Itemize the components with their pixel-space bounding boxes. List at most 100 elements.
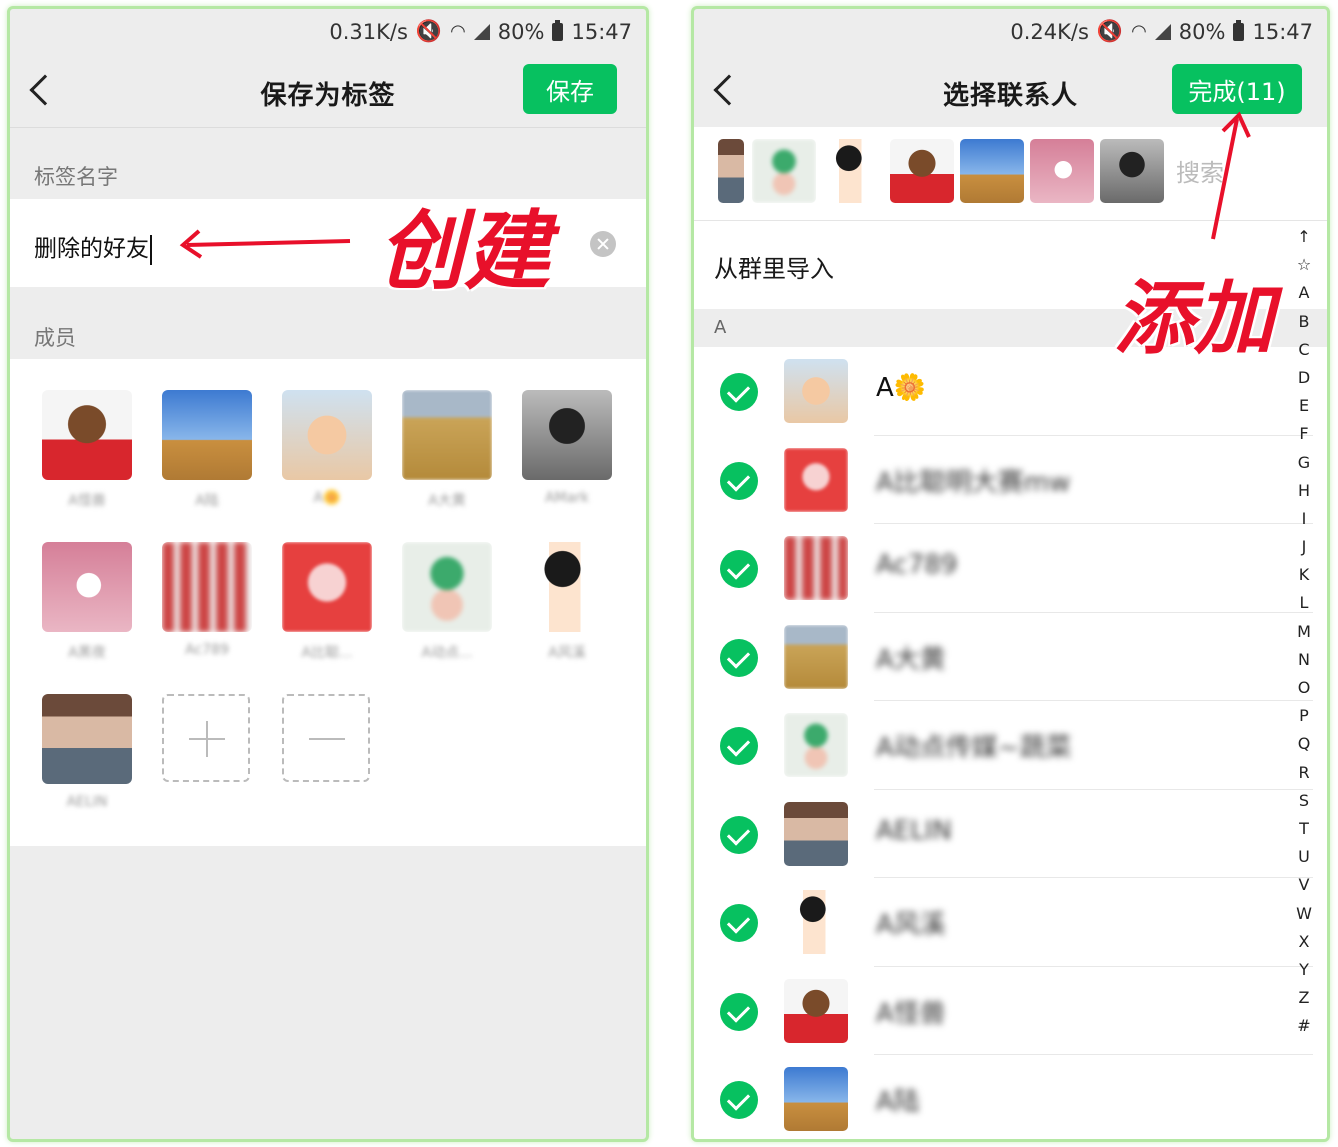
tag-name-input[interactable]: 删除的好友 (34, 236, 149, 262)
index-letter[interactable]: D (1291, 368, 1317, 396)
contact-row[interactable]: A动点传媒~蔬菜 (694, 701, 1327, 790)
contact-list: A🌼 A比聪明大赛mw Ac789 A大黄 A动点传媒~蔬菜 AELIN A风溪… (694, 347, 1327, 1139)
clear-input-icon[interactable] (590, 231, 616, 257)
checked-icon[interactable] (720, 550, 758, 588)
index-letter[interactable]: O (1291, 678, 1317, 706)
contact-row[interactable]: A风溪 (694, 878, 1327, 967)
member-avatar[interactable] (522, 390, 612, 480)
contact-row[interactable]: AELIN (694, 790, 1327, 878)
index-letter[interactable]: R (1291, 763, 1317, 791)
save-button[interactable]: 保存 (523, 64, 617, 114)
checked-icon[interactable] (720, 727, 758, 765)
checked-icon[interactable] (720, 373, 758, 411)
index-letter[interactable]: A (1291, 283, 1317, 311)
index-letter[interactable]: B (1291, 312, 1317, 340)
avatar-image (784, 536, 848, 600)
contact-row[interactable]: Ac789 (694, 524, 1327, 613)
selected-avatar[interactable] (1100, 139, 1164, 203)
index-letter[interactable]: V (1291, 875, 1317, 903)
member-name: A风溪 (548, 645, 586, 661)
checked-icon[interactable] (720, 904, 758, 942)
member-avatar[interactable] (162, 390, 252, 480)
member-avatar[interactable] (42, 542, 132, 632)
avatar-image (784, 447, 848, 512)
avatar (820, 139, 884, 203)
index-letter[interactable]: Q (1291, 734, 1317, 762)
index-letter[interactable]: S (1291, 791, 1317, 819)
add-member-plus-icon[interactable] (162, 694, 250, 782)
index-letter[interactable]: G (1291, 453, 1317, 481)
avatar (402, 390, 492, 480)
contact-row[interactable]: A比聪明大赛mw (694, 436, 1327, 524)
remove-member-minus-icon[interactable] (282, 694, 370, 782)
avatar (42, 542, 132, 632)
index-letter[interactable]: T (1291, 819, 1317, 847)
index-letter[interactable]: U (1291, 847, 1317, 875)
contact-name: A动点传媒~蔬菜 (876, 733, 1072, 763)
add-annotation: 添加 (1114, 271, 1274, 365)
status-bar: 0.24K/s 🔇 ◠ 80% 15:47 (694, 9, 1327, 59)
index-letter[interactable]: P (1291, 706, 1317, 734)
index-letter[interactable]: ☆ (1291, 255, 1317, 283)
alphabet-index-bar[interactable]: ↑ ☆ A B C D E F G H I J K L M N O P Q R … (1291, 227, 1317, 1044)
index-letter[interactable]: # (1291, 1016, 1317, 1044)
contact-name: A怪兽 (876, 998, 946, 1029)
member-avatar[interactable] (402, 542, 492, 632)
index-letter[interactable]: H (1291, 481, 1317, 509)
member-avatar[interactable] (402, 390, 492, 480)
text-caret (150, 234, 152, 265)
avatar-image (784, 624, 848, 689)
contact-row[interactable]: A陆 (694, 1055, 1327, 1139)
member-avatar[interactable] (282, 542, 372, 632)
index-letter[interactable]: J (1291, 537, 1317, 565)
checked-icon[interactable] (720, 992, 758, 1031)
red-arrow-annotation (1211, 111, 1251, 240)
checked-icon[interactable] (720, 815, 758, 854)
avatar (1100, 139, 1164, 203)
member-avatar[interactable] (522, 542, 612, 632)
member-avatar[interactable] (282, 390, 372, 480)
selected-avatar[interactable] (960, 139, 1024, 203)
members-grid: A怪兽 A陆 A🌼 A大黄 AMark A黑夜 Ac789 A比聪... A动点… (10, 359, 646, 846)
done-button[interactable]: 完成(11) (1172, 64, 1302, 114)
index-letter[interactable]: K (1291, 565, 1317, 593)
member-avatar[interactable] (42, 390, 132, 480)
contact-row[interactable]: A大黄 (694, 613, 1327, 701)
avatar (522, 542, 612, 632)
member-name: A🌼 (313, 490, 341, 506)
section-letter: A (714, 317, 727, 338)
selected-avatar[interactable] (1030, 139, 1094, 203)
index-letter[interactable]: E (1291, 396, 1317, 424)
clock: 15:47 (1252, 19, 1313, 44)
index-letter[interactable]: F (1291, 424, 1317, 452)
nav-bar: 保存为标签 保存 (10, 59, 646, 127)
index-letter[interactable]: Y (1291, 960, 1317, 988)
contact-row[interactable]: A怪兽 (694, 967, 1327, 1055)
index-letter[interactable]: N (1291, 650, 1317, 678)
battery-icon (1233, 19, 1245, 41)
index-letter[interactable]: L (1291, 593, 1317, 621)
member-avatar[interactable] (162, 542, 252, 632)
index-letter[interactable]: I (1291, 509, 1317, 537)
index-letter[interactable]: Z (1291, 988, 1317, 1016)
checked-icon[interactable] (720, 638, 758, 677)
member-name: AELIN (66, 794, 108, 810)
member-name: A黑夜 (68, 645, 106, 661)
network-speed: 0.24K/s (1010, 19, 1089, 44)
avatar (784, 624, 848, 689)
selected-avatar[interactable] (890, 139, 954, 203)
checked-icon[interactable] (720, 1081, 758, 1119)
index-letter[interactable]: C (1291, 340, 1317, 368)
member-avatar[interactable] (42, 694, 132, 784)
selected-avatar[interactable] (718, 139, 744, 203)
network-speed: 0.31K/s (329, 19, 408, 44)
selected-avatar[interactable] (820, 139, 884, 203)
index-letter[interactable]: ↑ (1291, 227, 1317, 255)
index-letter[interactable]: M (1291, 622, 1317, 650)
index-letter[interactable]: X (1291, 932, 1317, 960)
index-letter[interactable]: W (1291, 904, 1317, 932)
contact-name: A风溪 (876, 910, 946, 940)
avatar-image (784, 713, 848, 777)
checked-icon[interactable] (720, 461, 758, 500)
selected-avatar[interactable] (752, 139, 816, 203)
